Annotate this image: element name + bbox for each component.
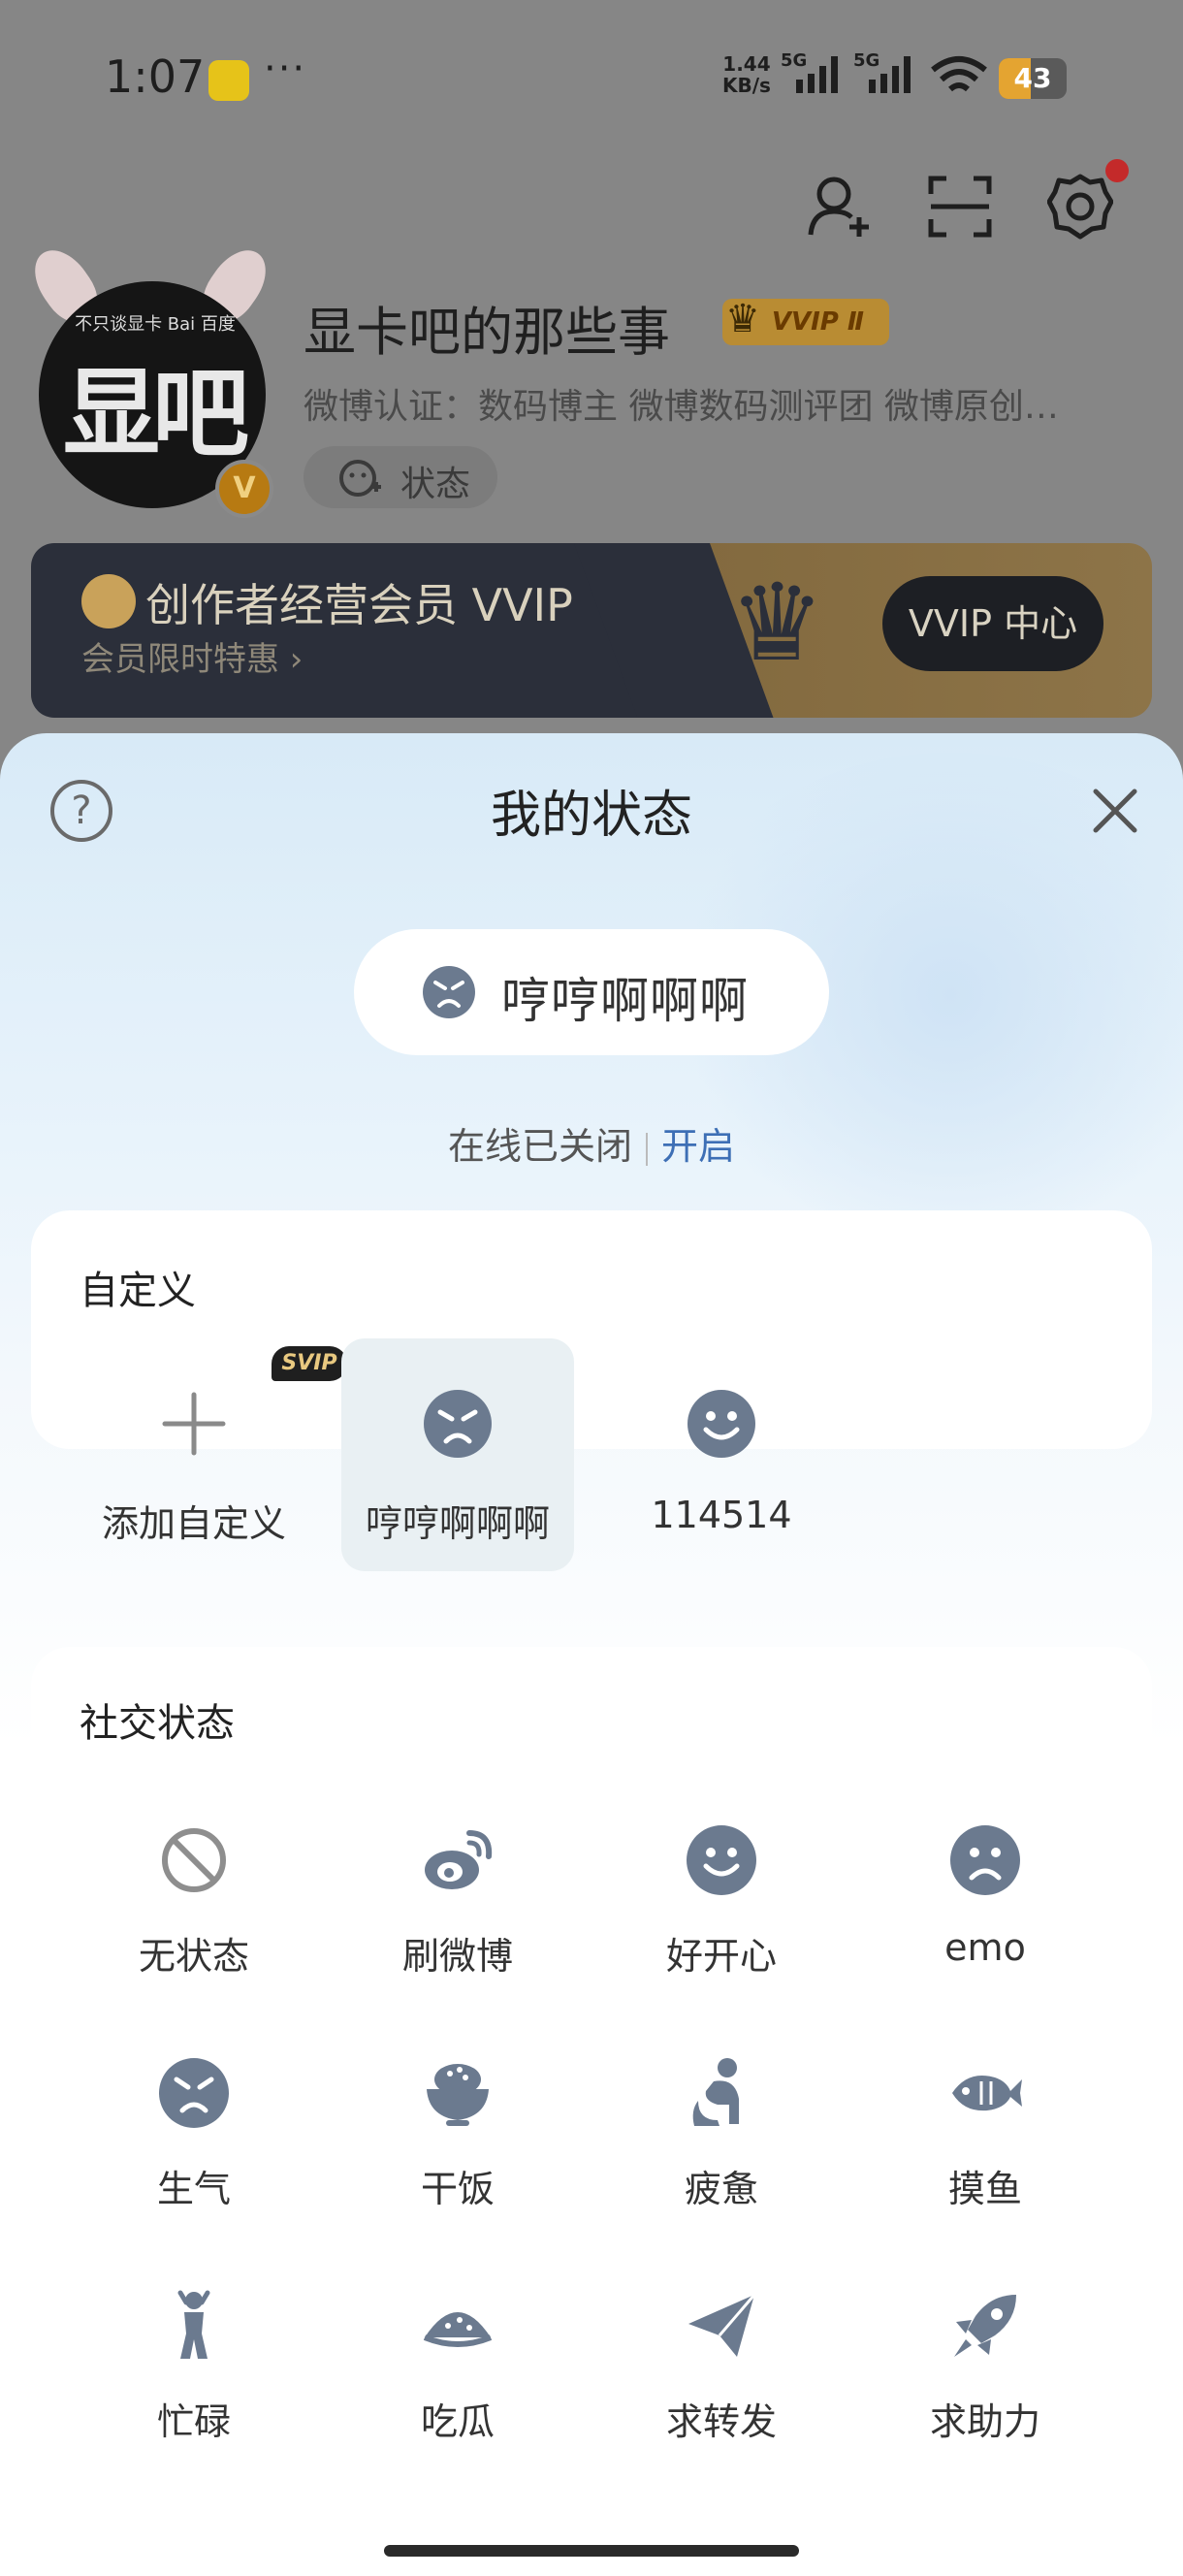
watermelon-icon xyxy=(423,2312,493,2347)
rice-bowl-icon xyxy=(427,2064,489,2126)
verified-badge: V xyxy=(215,460,273,518)
busy-person-icon xyxy=(177,2290,210,2359)
signal-icon: 5G xyxy=(781,50,838,93)
status-time: 1:07 xyxy=(105,50,206,103)
status-item-watching[interactable]: 吃瓜 xyxy=(326,2289,590,2512)
tired-person-icon xyxy=(692,2058,739,2126)
enable-online-link[interactable]: 开启 xyxy=(661,1125,735,1168)
vvip-banner-subtitle[interactable]: 会员限时特惠 › xyxy=(81,632,303,680)
crown-icon: ♛ xyxy=(729,561,825,685)
sad-face-icon xyxy=(950,1825,1020,1895)
username[interactable]: 显卡吧的那些事 xyxy=(304,289,670,366)
scan-icon[interactable] xyxy=(927,175,993,239)
status-bar: 1:07 ··· 1.44 KB/s 5G 5G 43 xyxy=(0,0,1183,155)
smile-face-icon xyxy=(687,1390,755,1458)
svg-text:5G: 5G xyxy=(781,50,807,71)
settings-notification-dot xyxy=(1105,159,1129,182)
rocket-icon xyxy=(954,2295,1016,2357)
close-icon[interactable] xyxy=(1086,782,1144,840)
status-item-angry[interactable]: 生气 xyxy=(62,2056,326,2279)
status-face-plus-icon xyxy=(339,460,381,497)
svip-tag: SVIP xyxy=(272,1346,347,1381)
profile-page-background: 1:07 ··· 1.44 KB/s 5G 5G 43 不只谈显卡 Bai 百度… xyxy=(0,0,1183,776)
status-item-repost[interactable]: 求转发 xyxy=(590,2289,853,2512)
more-notifications-icon: ··· xyxy=(264,47,307,91)
angry-face-icon xyxy=(424,1390,492,1458)
happy-face-icon xyxy=(687,1825,756,1895)
vvip-banner-title: 创作者经营会员 VVIP xyxy=(145,579,573,631)
angry-face-icon xyxy=(423,966,475,1018)
add-friend-icon[interactable] xyxy=(807,173,871,241)
network-speed: 1.44 KB/s xyxy=(722,52,771,97)
status-item-busy[interactable]: 忙碌 xyxy=(62,2289,326,2512)
status-item-emo[interactable]: emo xyxy=(853,1823,1117,2046)
my-status-sheet: ? 我的状态 哼哼啊啊啊 在线已关闭 开启 自定义 SVIP 添加自定义 哼哼啊啊… xyxy=(0,733,1183,2576)
angry-face-icon xyxy=(159,2058,229,2128)
status-item-weibo[interactable]: 刷微博 xyxy=(326,1823,590,2046)
paper-plane-icon xyxy=(688,2294,756,2357)
fish-icon xyxy=(952,2076,1022,2111)
status-item-slacking[interactable]: 摸鱼 xyxy=(853,2056,1117,2279)
current-status-pill[interactable]: 哼哼啊啊啊 xyxy=(354,929,829,1055)
status-item-boost[interactable]: 求助力 xyxy=(853,2289,1117,2512)
weibo-icon xyxy=(425,1830,493,1889)
status-item-none[interactable]: 无状态 xyxy=(62,1823,326,2046)
status-item-tired[interactable]: 疲惫 xyxy=(590,2056,853,2279)
no-status-icon xyxy=(162,1828,226,1892)
status-item-happy[interactable]: 好开心 xyxy=(590,1823,853,2046)
svg-text:5G: 5G xyxy=(853,50,879,71)
online-status-row: 在线已关闭 开启 xyxy=(0,1116,1183,1170)
status-chip[interactable]: 状态 xyxy=(304,446,497,508)
notification-app-icon xyxy=(208,60,249,101)
settings-icon[interactable] xyxy=(1047,173,1113,241)
status-item-eating[interactable]: 干饭 xyxy=(326,2056,590,2279)
online-status-text: 在线已关闭 xyxy=(447,1125,632,1168)
wifi-icon xyxy=(931,56,987,92)
social-section-title: 社交状态 xyxy=(80,1701,235,1746)
custom-status-item[interactable]: 114514 xyxy=(605,1338,838,1571)
home-indicator[interactable] xyxy=(384,2545,799,2557)
signal-icon-2: 5G xyxy=(853,50,911,93)
sheet-title: 我的状态 xyxy=(490,787,692,845)
certification-text: 微博认证：数码博主 微博数码测评团 微博原创… xyxy=(304,387,1059,427)
custom-section-title: 自定义 xyxy=(80,1269,196,1313)
add-custom-status-button[interactable]: SVIP 添加自定义 xyxy=(78,1338,347,1571)
current-status-text: 哼哼啊啊啊 xyxy=(501,973,749,1029)
weibo-logo-icon xyxy=(81,574,136,628)
custom-status-item[interactable]: 哼哼啊啊啊 xyxy=(341,1338,574,1571)
plus-icon xyxy=(162,1392,226,1456)
vvip-banner[interactable]: 创作者经营会员 VVIP 会员限时特惠 › ♛ VVIP 中心 xyxy=(31,543,1152,718)
battery-icon: 43 xyxy=(999,58,1067,99)
crown-icon: ♛ xyxy=(725,297,760,341)
vvip-center-button[interactable]: VVIP 中心 xyxy=(882,576,1103,671)
